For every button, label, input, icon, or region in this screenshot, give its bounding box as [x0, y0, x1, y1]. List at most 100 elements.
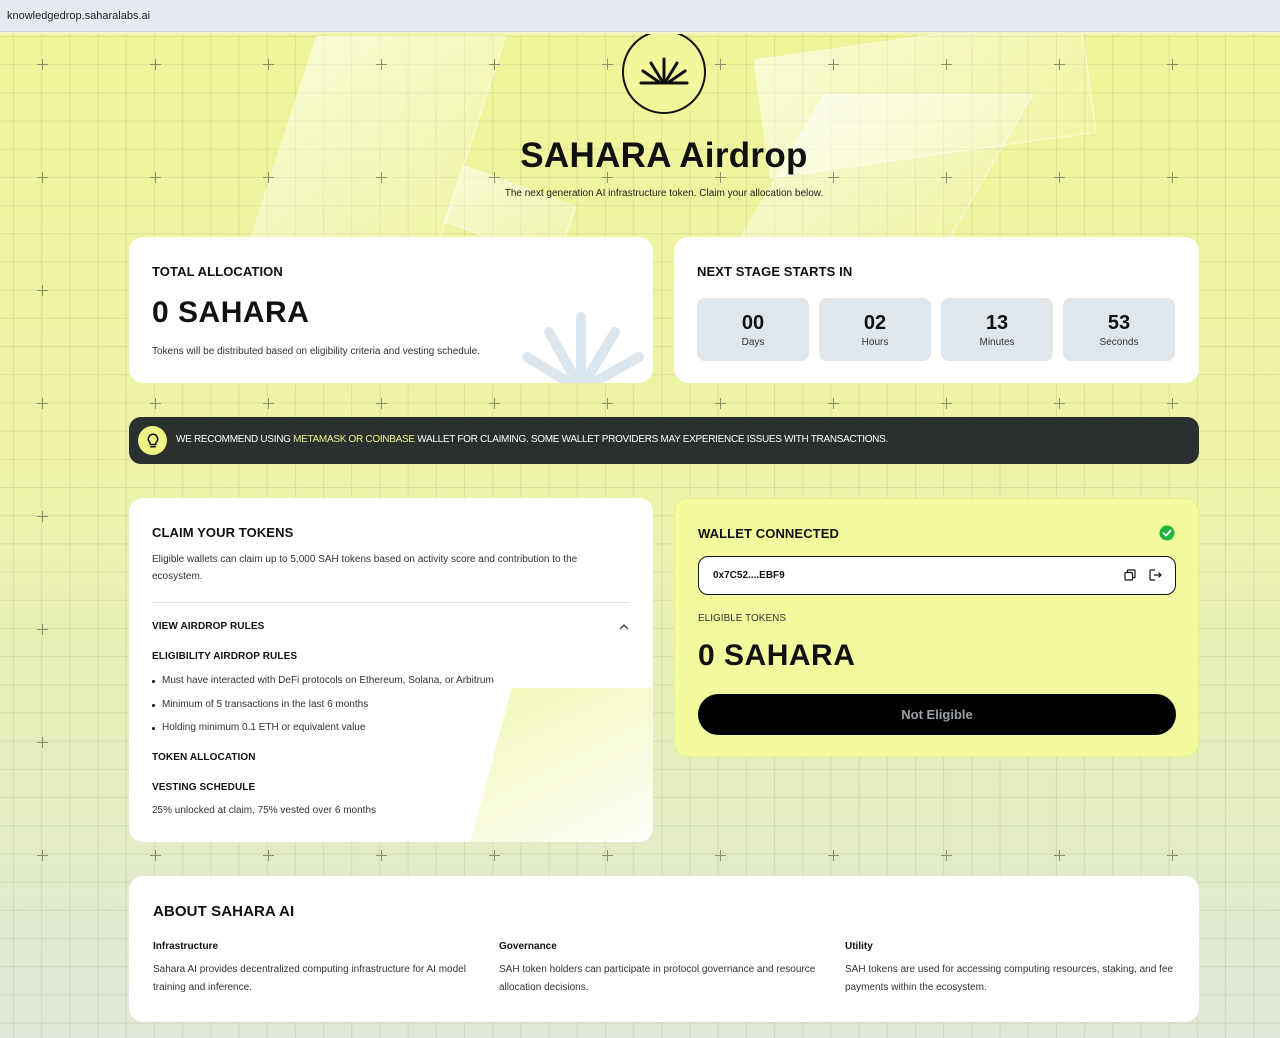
grid-plus-marker: [37, 511, 48, 522]
grid-plus-marker: [715, 850, 726, 861]
countdown-days-value: 00: [741, 312, 765, 334]
token-allocation-heading: TOKEN ALLOCATION: [152, 752, 256, 763]
grid-plus-marker: [602, 59, 613, 70]
countdown-seconds-unit: Seconds: [1099, 337, 1139, 348]
wallet-connected-card: WALLET CONNECTED 0x7C52....EBF9 ELIGIBLE…: [674, 498, 1199, 757]
grid-plus-marker: [37, 285, 48, 296]
total-allocation-card: TOTAL ALLOCATION 0 SAHARA Tokens will be…: [129, 237, 653, 383]
eligibility-rules-heading: ELIGIBILITY AIRDROP RULES: [152, 651, 298, 662]
about-text: Sahara AI provides decentralized computi…: [153, 964, 466, 993]
grid-plus-marker: [941, 59, 952, 70]
about-card: ABOUT SAHARA AI Infrastructure Sahara AI…: [129, 876, 1199, 1022]
sahara-watermark-icon: [522, 312, 644, 383]
grid-plus-marker: [376, 59, 387, 70]
grid-plus-marker: [150, 850, 161, 861]
countdown-hours: 02 Hours: [819, 298, 931, 361]
about-title: ABOUT SAHARA AI: [153, 903, 295, 920]
grid-plus-marker: [602, 850, 613, 861]
grid-plus-marker: [1167, 59, 1178, 70]
about-text: SAH token holders can participate in pro…: [499, 964, 816, 993]
grid-plus-marker: [37, 737, 48, 748]
banner-text-prefix: WE RECOMMEND USING: [176, 434, 294, 445]
banner-text-suffix: WALLET FOR CLAIMING. SOME WALLET PROVIDE…: [414, 434, 888, 445]
grid-plus-marker: [150, 398, 161, 409]
about-column-infrastructure: Infrastructure Sahara AI provides decent…: [153, 941, 488, 997]
grid-plus-marker: [828, 850, 839, 861]
sahara-logo-icon: [639, 57, 689, 85]
grid-plus-marker: [489, 850, 500, 861]
page-subtitle: The next generation AI infrastructure to…: [504, 188, 824, 199]
grid-plus-marker: [828, 59, 839, 70]
countdown-days: 00 Days: [697, 298, 809, 361]
grid-plus-marker: [37, 624, 48, 635]
banner-wallet-highlight: METAMASK OR COINBASE: [293, 434, 415, 445]
view-airdrop-rules-toggle[interactable]: VIEW AIRDROP RULES: [152, 621, 264, 632]
countdown-seconds: 53 Seconds: [1063, 298, 1175, 361]
wallet-address-field[interactable]: 0x7C52....EBF9: [698, 556, 1176, 595]
grid-plus-marker: [1167, 850, 1178, 861]
grid-plus-marker: [150, 59, 161, 70]
total-allocation-note: Tokens will be distributed based on elig…: [152, 346, 480, 357]
countdown-minutes: 13 Minutes: [941, 298, 1053, 361]
grid-plus-marker: [489, 59, 500, 70]
grid-plus-marker: [1167, 398, 1178, 409]
vesting-schedule-heading: VESTING SCHEDULE: [152, 782, 256, 793]
vesting-schedule-text: 25% unlocked at claim, 75% vested over 6…: [152, 805, 377, 816]
chevron-up-icon[interactable]: [619, 623, 629, 630]
check-circle-icon: [1159, 525, 1175, 541]
url-text: knowledgedrop.saharalabs.ai: [7, 10, 151, 22]
grid-plus-marker: [941, 398, 952, 409]
grid-plus-marker: [37, 59, 48, 70]
grid-plus-marker: [715, 59, 726, 70]
grid-plus-marker: [376, 398, 387, 409]
copy-icon[interactable]: [1124, 569, 1136, 581]
countdown-card: NEXT STAGE STARTS IN 00 Days 02 Hours 13…: [674, 237, 1199, 383]
total-allocation-amount: 0 SAHARA: [152, 296, 310, 329]
sahara-logo: [622, 34, 706, 114]
about-heading: Utility: [845, 941, 873, 952]
rule-item: Holding minimum 0.1 ETH or equivalent va…: [152, 722, 494, 746]
about-text: SAH tokens are used for accessing comput…: [845, 964, 1173, 993]
not-eligible-button[interactable]: Not Eligible: [698, 694, 1176, 735]
rule-item: Must have interacted with DeFi protocols…: [152, 675, 494, 699]
about-column-utility: Utility SAH tokens are used for accessin…: [845, 941, 1180, 997]
eligibility-rules-list: Must have interacted with DeFi protocols…: [152, 675, 494, 746]
grid-plus-marker: [1054, 398, 1065, 409]
logout-icon[interactable]: [1149, 569, 1162, 581]
page: SAHARA Airdrop The next generation AI in…: [0, 34, 1280, 1038]
grid-plus-marker: [941, 850, 952, 861]
grid-plus-marker: [1054, 59, 1065, 70]
about-heading: Infrastructure: [153, 941, 219, 952]
claim-divider: [152, 602, 630, 603]
countdown-minutes-value: 13: [985, 312, 1009, 334]
grid-plus-marker: [1054, 850, 1065, 861]
countdown-label: NEXT STAGE STARTS IN: [697, 264, 853, 279]
wallet-connected-title: WALLET CONNECTED: [698, 526, 839, 541]
countdown-days-unit: Days: [741, 337, 765, 348]
countdown-seconds-value: 53: [1107, 312, 1131, 334]
claim-card-decor: [466, 688, 653, 842]
grid-plus-marker: [263, 398, 274, 409]
claim-title: CLAIM YOUR TOKENS: [152, 525, 294, 540]
grid-plus-marker: [263, 59, 274, 70]
lightbulb-icon: [138, 426, 167, 455]
wallet-address: 0x7C52....EBF9: [713, 570, 785, 581]
banner-text: WE RECOMMEND USING METAMASK OR COINBASE …: [176, 434, 888, 445]
about-heading: Governance: [499, 941, 557, 952]
grid-plus-marker: [828, 398, 839, 409]
countdown-minutes-unit: Minutes: [979, 337, 1015, 348]
grid-plus-marker: [715, 398, 726, 409]
grid-plus-marker: [489, 398, 500, 409]
rule-item: Minimum of 5 transactions in the last 6 …: [152, 699, 494, 723]
page-title: SAHARA Airdrop: [520, 136, 808, 175]
eligible-tokens-label: ELIGIBLE TOKENS: [698, 613, 787, 624]
browser-address-bar[interactable]: knowledgedrop.saharalabs.ai: [0, 0, 1280, 32]
grid-plus-marker: [37, 850, 48, 861]
not-eligible-button-label: Not Eligible: [901, 707, 973, 722]
total-allocation-label: TOTAL ALLOCATION: [152, 264, 283, 279]
eligible-tokens-amount: 0 SAHARA: [698, 639, 856, 672]
wallet-recommendation-banner: WE RECOMMEND USING METAMASK OR COINBASE …: [129, 417, 1199, 464]
grid-plus-marker: [602, 398, 613, 409]
claim-tokens-card: CLAIM YOUR TOKENS Eligible wallets can c…: [129, 498, 653, 842]
countdown-hours-value: 02: [863, 312, 887, 334]
